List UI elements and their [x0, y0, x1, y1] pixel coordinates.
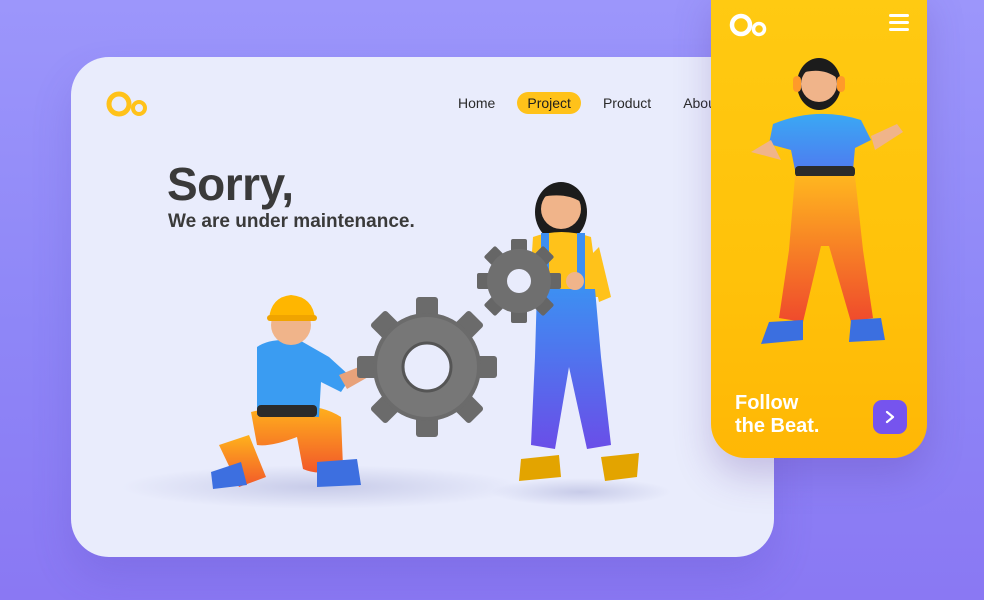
maintenance-card: Home Project Product About Sorry, We are… — [71, 57, 774, 557]
kneeling-worker — [211, 295, 377, 489]
tagline-line-2: the Beat. — [735, 415, 820, 437]
standing-worker — [519, 182, 639, 481]
floor-shadow — [491, 478, 671, 506]
tagline-line-1: Follow — [735, 392, 799, 414]
chevron-right-icon — [885, 410, 895, 424]
small-gear — [477, 239, 561, 323]
mobile-preview-card: Follow the Beat. — [711, 0, 927, 458]
workers-illustration — [121, 182, 671, 509]
dancing-girl-illustration — [751, 58, 903, 344]
next-button[interactable] — [873, 400, 907, 434]
hamburger-menu-icon[interactable] — [889, 14, 909, 32]
large-gear — [357, 297, 497, 437]
ring-logo-icon[interactable] — [729, 12, 769, 40]
mobile-tagline: Follow the Beat. — [735, 392, 819, 438]
